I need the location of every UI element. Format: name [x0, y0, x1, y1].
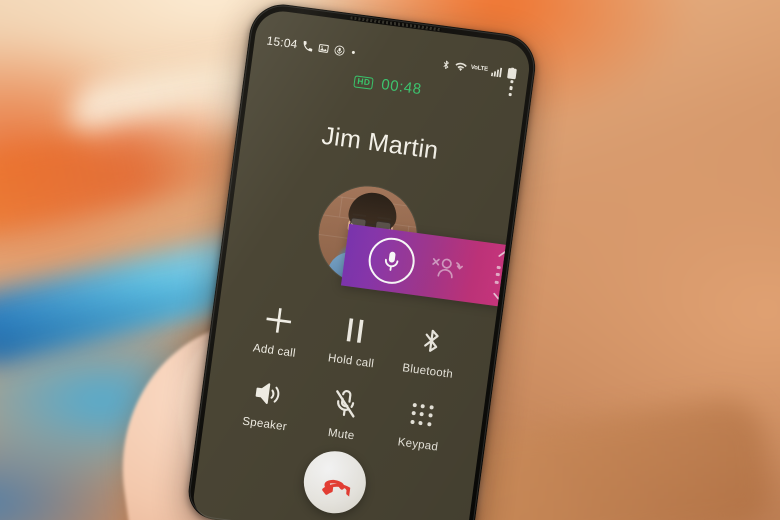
- swap-call-icon[interactable]: [424, 250, 466, 287]
- signal-bars-icon: [491, 65, 504, 77]
- keypad-dot: [428, 413, 433, 418]
- hold-call-label: Hold call: [327, 352, 375, 371]
- chevron-down-icon: [493, 292, 505, 300]
- handle-dots: [494, 265, 509, 286]
- status-bar-left: 15:04: [266, 33, 356, 59]
- keypad-dot: [412, 402, 417, 407]
- handle-dot: [503, 273, 508, 278]
- keypad-dot: [411, 410, 416, 416]
- keypad-dot-grid: [410, 402, 434, 426]
- microphone-icon[interactable]: [365, 234, 418, 287]
- hd-badge: HD: [353, 74, 375, 90]
- keypad-dot: [419, 411, 425, 417]
- glasses-bridge: [367, 223, 376, 226]
- call-overlay-panel[interactable]: [340, 223, 528, 310]
- end-call-button[interactable]: [300, 447, 370, 518]
- mute-label: Mute: [327, 426, 356, 443]
- volte-line-2: LTE: [477, 65, 489, 73]
- handle-dot: [496, 265, 501, 270]
- speaker-label: Speaker: [241, 415, 288, 434]
- wifi-icon: [454, 60, 467, 72]
- keypad-dot: [429, 404, 434, 410]
- status-clock: 15:04: [265, 33, 299, 52]
- notification-dot-icon: [351, 50, 356, 54]
- call-duration-timer: 00:48: [380, 75, 423, 99]
- bluetooth-button[interactable]: Bluetooth: [389, 321, 473, 383]
- keypad-dot: [410, 419, 415, 424]
- mute-microphone-icon: [330, 387, 360, 420]
- hold-call-button[interactable]: Hold call: [312, 311, 396, 373]
- phone-call-icon: [302, 40, 314, 52]
- brick-line: [339, 196, 344, 217]
- keypad-dot: [420, 403, 426, 409]
- add-call-label: Add call: [252, 342, 297, 360]
- bluetooth-icon: [419, 325, 445, 358]
- call-recording-icon: [333, 44, 345, 56]
- bluetooth-label: Bluetooth: [401, 362, 454, 381]
- end-call-handset-icon: [322, 479, 353, 499]
- keypad-dot: [418, 420, 424, 425]
- battery-icon: [507, 67, 518, 80]
- image-icon: [318, 42, 330, 54]
- overflow-dot: [508, 86, 513, 91]
- handle-dot: [504, 266, 509, 271]
- volte-icon: Vo LTE: [470, 65, 488, 73]
- handle-dot: [502, 281, 507, 286]
- plus-icon: [263, 304, 295, 337]
- caller-name: Jim Martin: [320, 121, 441, 165]
- keypad-dot: [427, 421, 432, 426]
- phone-screen: 15:04 Vo LTE HD 00:48 Jim Martin Add cal…: [191, 8, 533, 520]
- add-call-button[interactable]: Add call: [235, 300, 319, 362]
- handle-dot: [495, 272, 500, 277]
- pause-icon: [342, 314, 368, 347]
- bluetooth-icon: [440, 58, 451, 70]
- keypad-label: Keypad: [396, 436, 439, 454]
- overflow-dot: [509, 79, 514, 84]
- photo-scene: 15:04 Vo LTE HD 00:48 Jim Martin Add cal…: [0, 0, 780, 520]
- keypad-button[interactable]: Keypad: [379, 394, 463, 456]
- handle-dot: [494, 280, 499, 285]
- chevron-up-icon: [498, 251, 510, 259]
- keypad-icon: [410, 398, 435, 431]
- mute-button[interactable]: Mute: [302, 384, 386, 446]
- status-bar-right: Vo LTE: [440, 58, 517, 80]
- speaker-icon: [253, 377, 285, 410]
- speaker-button[interactable]: Speaker: [225, 374, 309, 436]
- call-actions-grid: Add call Hold call Bluetooth Speaker Mut…: [204, 297, 494, 458]
